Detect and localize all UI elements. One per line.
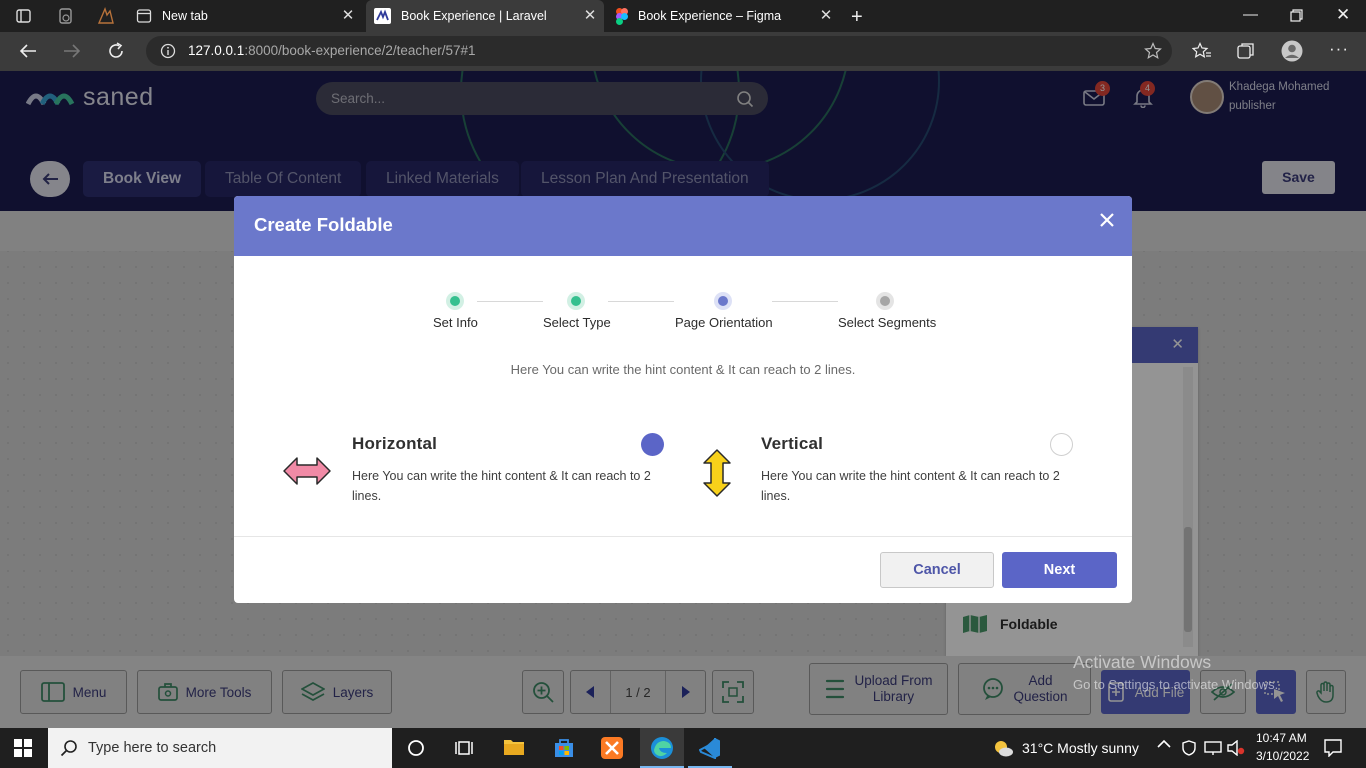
option-horizontal[interactable]: Horizontal Here You can write the hint c… [282,426,682,516]
pinned-tab-icon[interactable] [57,7,75,25]
clock-time: 10:47 AM [1256,731,1307,745]
security-shield-icon[interactable] [1182,740,1196,756]
modal-header: Create Foldable [234,196,1132,256]
info-icon[interactable] [160,43,176,59]
profile-avatar-icon[interactable] [1281,40,1303,62]
vertical-arrow-icon [702,448,732,498]
laravel-favicon [374,8,391,24]
stepper-connector [772,301,838,302]
browser-tab-bar: New tab ✕ Book Experience | Laravel ✕ Bo… [0,0,1366,32]
more-options-icon[interactable]: ··· [1329,39,1349,59]
option-horizontal-desc: Here You can write the hint content & It… [352,469,651,503]
step-3-label: Page Orientation [675,315,773,330]
back-arrow-icon[interactable] [18,42,38,60]
url-host: 127.0.0.1 [188,43,245,58]
cancel-button[interactable]: Cancel [880,552,994,588]
weather-text: 31°C Mostly sunny [1022,740,1139,756]
option-vertical[interactable]: Vertical Here You can write the hint con… [701,426,1101,516]
stepper-connector [608,301,674,302]
close-window-icon[interactable]: ✕ [1336,5,1350,25]
step-2-label: Select Type [543,315,611,330]
create-foldable-modal: Create Foldable Set Info Select Type Pag… [234,196,1132,603]
modal-hint: Here You can write the hint content & It… [510,362,856,377]
next-button[interactable]: Next [1002,552,1117,588]
modal-title: Create Foldable [254,214,393,235]
file-explorer-icon[interactable] [503,737,525,757]
forward-arrow-icon[interactable] [62,42,82,60]
clock-date: 3/10/2022 [1256,749,1310,763]
browser-tab[interactable]: Book Experience – Figma ✕ [606,0,840,32]
step-1-dot [446,292,464,310]
address-bar[interactable]: 127.0.0.1:8000/book-experience/2/teacher… [146,36,1172,66]
taskbar-search-input[interactable]: Type here to search [48,728,392,768]
radio-vertical-unselected[interactable] [1050,433,1073,456]
tab-actions-icon[interactable] [16,9,31,23]
new-tab-plus-icon[interactable]: + [851,6,863,29]
activate-windows-title: Activate Windows [1073,652,1212,672]
url-path: :8000/book-experience/2/teacher/57#1 [244,43,476,58]
stepper-connector [477,301,543,302]
horizontal-arrow-icon [282,456,332,486]
vscode-icon [699,737,721,759]
xampp-icon[interactable] [601,737,623,759]
microsoft-store-icon[interactable] [553,737,575,758]
volume-muted-icon[interactable] [1227,740,1245,756]
browser-toolbar: 127.0.0.1:8000/book-experience/2/teacher… [0,32,1366,71]
restore-icon[interactable] [1290,9,1303,22]
cortana-icon[interactable] [407,739,425,757]
browser-tab-active[interactable]: Book Experience | Laravel ✕ [366,0,604,32]
close-icon[interactable]: ✕ [340,8,356,24]
network-icon[interactable] [1204,740,1222,756]
radio-horizontal-selected[interactable] [641,433,664,456]
edge-taskbar-item-active[interactable] [640,728,684,768]
minimize-icon[interactable]: — [1243,6,1258,23]
option-horizontal-title: Horizontal [352,434,438,453]
vscode-taskbar-item[interactable] [688,728,732,768]
weather-sunny-icon[interactable] [993,739,1013,757]
task-view-icon[interactable] [455,739,473,757]
browser-tab[interactable]: New tab ✕ [128,0,362,32]
tab-label: Book Experience | Laravel [401,9,547,23]
close-icon[interactable]: ✕ [818,8,834,24]
modal-divider [234,536,1132,537]
new-tab-icon [136,8,152,24]
pinned-tab-icon[interactable] [97,7,115,25]
step-4-label: Select Segments [838,315,937,330]
step-4-dot [876,292,894,310]
windows-taskbar: Type here to search 31°C Mostly sunny 10… [0,728,1366,768]
close-icon[interactable]: ✕ [582,8,598,24]
taskbar-search-placeholder: Type here to search [88,740,217,756]
windows-start-icon[interactable] [14,739,32,757]
tab-label: New tab [162,9,208,23]
close-icon[interactable] [1100,213,1114,227]
step-2-dot [567,292,585,310]
step-1-label: Set Info [433,315,478,330]
search-icon [60,739,78,757]
activate-windows-subtitle: Go to Settings to activate Windows. [1073,677,1279,692]
notification-center-icon[interactable] [1324,739,1342,757]
figma-favicon [616,7,628,25]
option-vertical-desc: Here You can write the hint content & It… [761,469,1060,503]
chevron-up-icon[interactable] [1157,739,1171,749]
step-3-dot [714,292,732,310]
collections-icon[interactable] [1237,42,1255,60]
option-vertical-title: Vertical [761,434,824,453]
refresh-icon[interactable] [106,41,126,61]
favorites-icon[interactable] [1192,42,1212,60]
add-favorite-icon[interactable] [1144,42,1162,60]
tab-label: Book Experience – Figma [638,9,782,23]
edge-browser-icon [650,736,674,760]
